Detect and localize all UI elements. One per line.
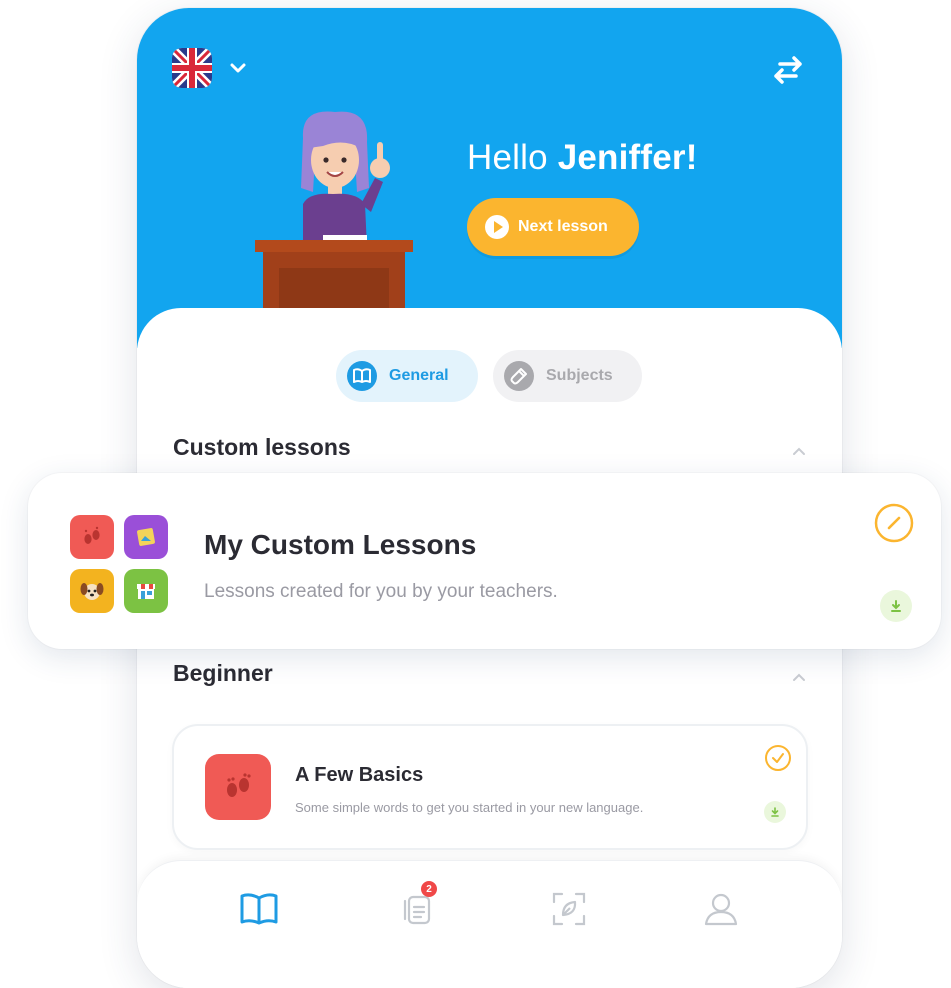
featured-card-my-custom-lessons[interactable]: My Custom Lessons Lessons created for yo… bbox=[28, 473, 941, 649]
notification-badge: 2 bbox=[421, 881, 437, 897]
swap-arrows-icon[interactable] bbox=[768, 50, 808, 90]
next-lesson-label: Next lesson bbox=[518, 218, 608, 235]
book-icon bbox=[347, 361, 377, 391]
nav-lessons[interactable] bbox=[235, 885, 283, 933]
nav-scan[interactable] bbox=[545, 885, 593, 933]
edit-pencil-icon[interactable] bbox=[874, 503, 914, 543]
download-icon[interactable] bbox=[764, 801, 786, 823]
lesson-title: A Few Basics bbox=[295, 764, 424, 786]
flask-icon bbox=[504, 361, 534, 391]
tab-general-label: General bbox=[389, 367, 449, 384]
tab-subjects[interactable]: Subjects bbox=[493, 350, 642, 402]
hero-header: Hello Jeniffer! Next lesson bbox=[137, 8, 842, 348]
profile-icon bbox=[704, 893, 738, 926]
shop-icon bbox=[124, 569, 168, 613]
book-icon bbox=[240, 893, 278, 925]
chevron-down-icon[interactable] bbox=[229, 60, 247, 76]
next-lesson-button[interactable]: Next lesson bbox=[467, 198, 639, 256]
greeting-text: Hello Jeniffer! bbox=[467, 138, 698, 177]
bottom-navigation: 2 bbox=[137, 860, 842, 988]
lesson-card-a-few-basics[interactable]: A Few Basics Some simple words to get yo… bbox=[172, 724, 808, 850]
footprints-icon bbox=[70, 515, 114, 559]
scan-icon bbox=[552, 892, 586, 926]
tab-general[interactable]: General bbox=[336, 350, 478, 402]
dog-icon bbox=[70, 569, 114, 613]
picture-icon bbox=[124, 515, 168, 559]
featured-description: Lessons created for you by your teachers… bbox=[204, 581, 558, 602]
uk-flag-icon[interactable] bbox=[172, 48, 212, 88]
chevron-up-icon[interactable] bbox=[792, 446, 806, 456]
chevron-up-icon[interactable] bbox=[792, 672, 806, 682]
check-circle-icon[interactable] bbox=[764, 744, 792, 772]
nav-profile[interactable] bbox=[697, 885, 745, 933]
beginner-title: Beginner bbox=[173, 660, 273, 686]
tab-subjects-label: Subjects bbox=[546, 367, 613, 384]
download-icon[interactable] bbox=[880, 590, 912, 622]
footprints-icon bbox=[205, 754, 271, 820]
nav-notes[interactable]: 2 bbox=[393, 881, 441, 933]
featured-title: My Custom Lessons bbox=[204, 529, 477, 560]
custom-lessons-title: Custom lessons bbox=[173, 434, 351, 460]
lesson-description: Some simple words to get you started in … bbox=[295, 800, 644, 815]
play-icon bbox=[485, 215, 509, 239]
